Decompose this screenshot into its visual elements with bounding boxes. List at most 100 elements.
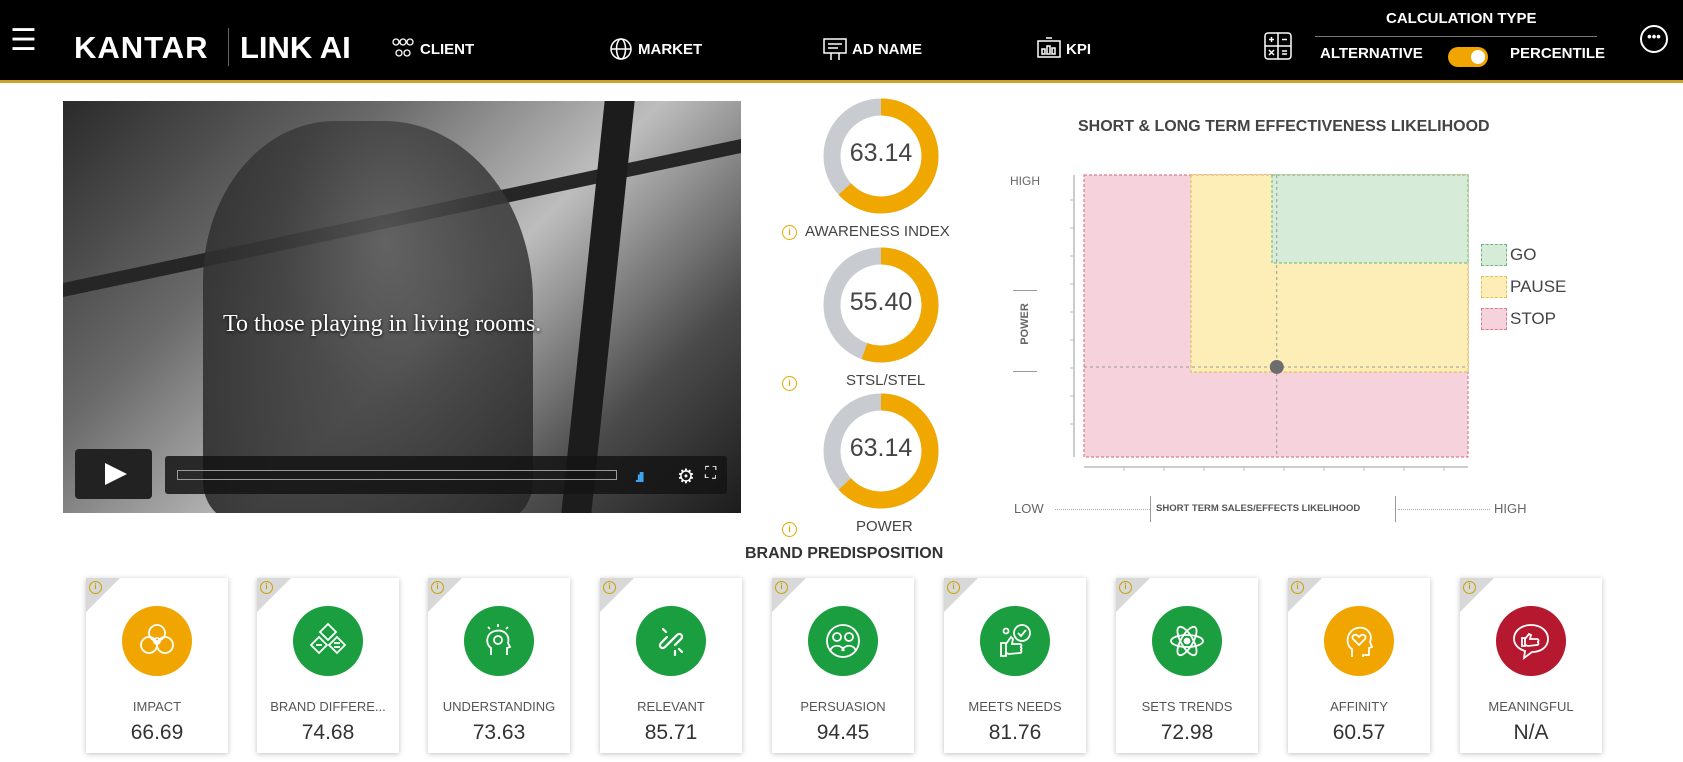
info-icon[interactable]: i xyxy=(89,581,102,594)
info-icon[interactable]: i xyxy=(603,581,616,594)
calculation-option-percentile[interactable]: PERCENTILE xyxy=(1510,45,1605,62)
legend-go: GO xyxy=(1481,244,1536,266)
card-relevant[interactable]: i RELEVANT 85.71 xyxy=(600,578,742,753)
card-label: PERSUASION xyxy=(800,699,886,714)
card-value: N/A xyxy=(1513,721,1549,744)
card-meaningful[interactable]: i MEANINGFUL N/A xyxy=(1460,578,1602,753)
zone-go xyxy=(1271,174,1469,264)
info-icon[interactable]: i xyxy=(1291,581,1304,594)
legend-pause-label: PAUSE xyxy=(1510,277,1567,296)
more-options-icon[interactable]: ••• xyxy=(1640,25,1668,53)
ad-position-point[interactable] xyxy=(1269,359,1284,374)
info-icon[interactable]: i xyxy=(1463,581,1476,594)
calculation-type-title: CALCULATION TYPE xyxy=(1386,10,1537,27)
gear-icon[interactable]: ⚙ xyxy=(677,464,695,489)
head-heart-icon xyxy=(1324,606,1394,676)
calculation-option-alternative[interactable]: ALTERNATIVE xyxy=(1320,45,1423,62)
brand-predisposition-title: BRAND PREDISPOSITION xyxy=(745,545,944,562)
card-value: 60.57 xyxy=(1332,721,1386,744)
info-icon[interactable]: i xyxy=(947,581,960,594)
card-impact[interactable]: i IMPACT 66.69 xyxy=(86,578,228,753)
thumbs-bubble-icon xyxy=(1496,606,1566,676)
header-divider xyxy=(228,28,229,66)
nav-ad-name[interactable]: AD NAME xyxy=(822,36,922,62)
legend-stop-swatch xyxy=(1481,308,1507,330)
x-axis-high-label: HIGH xyxy=(1494,501,1527,516)
product-name: LINK AI xyxy=(240,30,351,65)
calculation-type-toggle[interactable] xyxy=(1448,47,1488,67)
stsl-stel-value: 55.40 xyxy=(849,288,913,316)
video-background-beam xyxy=(561,101,635,513)
billboard-icon xyxy=(823,38,847,60)
legend-pause: PAUSE xyxy=(1481,276,1566,298)
volume-icon[interactable]: .ıll xyxy=(635,469,644,485)
fullscreen-icon[interactable]: ⛶ xyxy=(705,465,716,483)
card-label: IMPACT xyxy=(132,699,182,714)
info-icon[interactable]: i xyxy=(782,225,797,240)
card-value: 66.69 xyxy=(130,721,184,744)
top-bar: ☰ KANTAR LINK AI CLIENT MARKET AD NAME K… xyxy=(0,0,1683,83)
nav-market-label: MARKET xyxy=(638,40,703,58)
card-affinity[interactable]: i AFFINITY 60.57 xyxy=(1288,578,1430,753)
info-icon[interactable]: i xyxy=(782,376,797,391)
info-icon[interactable]: i xyxy=(775,581,788,594)
nav-ad-name-label: AD NAME xyxy=(852,40,922,58)
play-button[interactable] xyxy=(75,449,152,499)
head-idea-icon xyxy=(464,606,534,676)
video-player[interactable]: To those playing in living rooms. .ıll ⚙… xyxy=(63,101,741,513)
card-understanding[interactable]: i UNDERSTANDING 73.63 xyxy=(428,578,570,753)
quadrant-chart xyxy=(1070,174,1469,471)
video-caption: To those playing in living rooms. xyxy=(223,311,542,337)
globe-icon xyxy=(610,38,632,60)
calculator-icon xyxy=(1264,32,1292,60)
card-label: MEANINGFUL xyxy=(1488,699,1574,714)
info-icon[interactable]: i xyxy=(1119,581,1132,594)
persuasion-icon xyxy=(808,606,878,676)
toggle-knob xyxy=(1471,50,1485,64)
info-icon[interactable]: i xyxy=(431,581,444,594)
card-persuasion[interactable]: i PERSUASION 94.45 xyxy=(772,578,914,753)
legend-stop-label: STOP xyxy=(1510,309,1556,328)
card-meets-needs[interactable]: i MEETS NEEDS 81.76 xyxy=(944,578,1086,753)
legend-pause-swatch xyxy=(1481,276,1507,298)
nav-kpi[interactable]: KPI xyxy=(1036,36,1091,62)
nav-kpi-label: KPI xyxy=(1066,40,1092,58)
chart-board-icon xyxy=(1037,37,1061,58)
x-axis-ticks xyxy=(1123,467,1445,471)
video-controls: .ıll ⚙ ⛶ xyxy=(165,456,727,494)
card-value: 94.45 xyxy=(816,721,870,744)
awareness-index-label: AWARENESS INDEX xyxy=(805,223,950,240)
x-axis-low-label: LOW xyxy=(1014,501,1044,516)
x-axis-left-guide xyxy=(1055,509,1150,510)
y-axis-ticks xyxy=(1070,199,1074,425)
card-sets-trends[interactable]: i SETS TRENDS 72.98 xyxy=(1116,578,1258,753)
video-progress-bar[interactable] xyxy=(177,470,617,480)
info-icon[interactable]: i xyxy=(260,581,273,594)
info-icon[interactable]: i xyxy=(782,522,797,537)
card-value: 85.71 xyxy=(644,721,698,744)
power-value: 63.14 xyxy=(849,434,913,462)
legend-stop: STOP xyxy=(1481,308,1556,330)
nav-client-label: CLIENT xyxy=(420,40,475,58)
card-value: 72.98 xyxy=(1160,721,1214,744)
menu-icon[interactable]: ☰ xyxy=(10,26,37,56)
card-label: UNDERSTANDING xyxy=(442,699,556,714)
diamonds-icon xyxy=(293,606,363,676)
calculation-divider xyxy=(1315,36,1597,37)
nav-client[interactable]: CLIENT xyxy=(390,36,474,62)
stsl-stel-label: STSL/STEL xyxy=(846,372,926,389)
people-group-icon xyxy=(392,38,414,57)
awareness-index-value: 63.14 xyxy=(849,139,913,167)
quadrant-chart-title: SHORT & LONG TERM EFFECTIVENESS LIKELIHO… xyxy=(1078,118,1490,135)
legend-go-label: GO xyxy=(1510,245,1537,264)
card-brand-difference[interactable]: i BRAND DIFFERE... 74.68 xyxy=(257,578,399,753)
thumbs-check-icon xyxy=(980,606,1050,676)
card-value: 73.63 xyxy=(472,721,526,744)
nav-market[interactable]: MARKET xyxy=(608,36,702,62)
atom-icon xyxy=(1152,606,1222,676)
legend-go-swatch xyxy=(1481,244,1507,266)
power-label: POWER xyxy=(856,518,913,535)
link-icon xyxy=(636,606,706,676)
card-label: RELEVANT xyxy=(637,699,705,714)
card-label: AFFINITY xyxy=(1330,699,1388,714)
